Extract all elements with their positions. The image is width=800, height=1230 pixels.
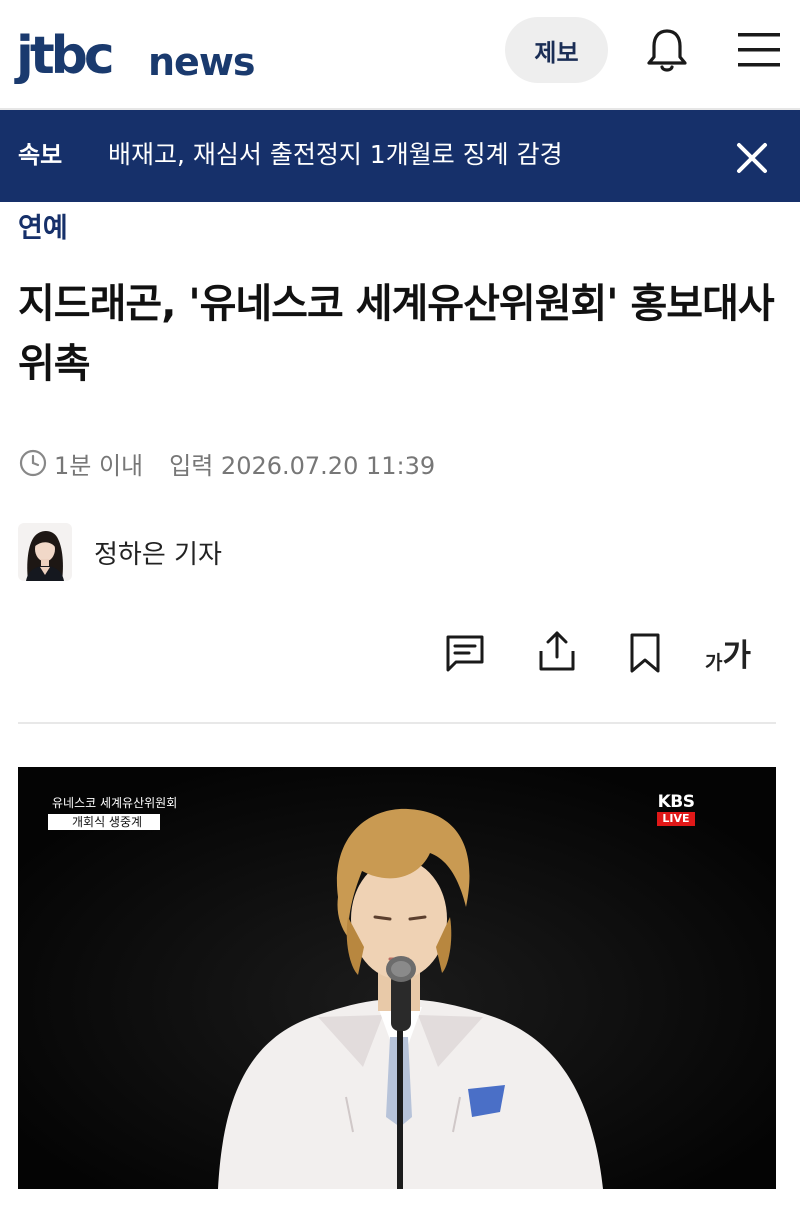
- live-badge: LIVE: [657, 812, 695, 826]
- caption-subtitle: 개회식 생중계: [48, 814, 161, 830]
- article-meta: 1분 이내 입력 2026.07.20 11:39: [18, 445, 435, 481]
- breaking-news-bar[interactable]: 속보 배재고, 재심서 출전정지 1개월로 징계 감경: [0, 110, 800, 202]
- author-name[interactable]: 정하은 기자: [94, 534, 222, 571]
- clock-icon: [18, 448, 48, 478]
- logo-suffix: news: [148, 40, 256, 84]
- published-date: 입력 2026.07.20 11:39: [169, 451, 436, 480]
- share-icon[interactable]: [534, 628, 580, 674]
- comment-icon[interactable]: [442, 630, 488, 676]
- font-large-label: 가: [722, 638, 752, 674]
- author-byline[interactable]: 정하은 기자: [18, 522, 222, 582]
- broadcast-caption: 유네스코 세계유산위원회 개회식 생중계: [48, 795, 181, 830]
- logo-brand: jtbc: [16, 26, 115, 86]
- breaking-headline[interactable]: 배재고, 재심서 출전정지 1개월로 징계 감경: [108, 139, 563, 171]
- close-icon[interactable]: [730, 136, 774, 180]
- caption-title: 유네스코 세계유산위원회: [52, 796, 178, 810]
- article-category[interactable]: 연예: [18, 210, 68, 248]
- performer-photo: [18, 767, 776, 1189]
- bell-icon[interactable]: [644, 26, 690, 74]
- broadcaster-name: KBS: [657, 792, 695, 812]
- site-logo[interactable]: jtbc news: [16, 28, 276, 88]
- tip-button[interactable]: 제보: [505, 17, 608, 83]
- breaking-tag: 속보: [18, 141, 63, 169]
- hamburger-menu-icon[interactable]: [736, 30, 782, 70]
- read-time: 1분 이내: [54, 451, 144, 480]
- divider: [18, 722, 776, 724]
- font-small-label: 가: [705, 652, 723, 674]
- bookmark-icon[interactable]: [622, 630, 668, 676]
- article-photo[interactable]: 유네스코 세계유산위원회 개회식 생중계 KBS LIVE: [18, 767, 776, 1189]
- font-size-toggle[interactable]: 가 가: [705, 626, 765, 676]
- avatar: [18, 523, 72, 581]
- broadcaster-logo: KBS LIVE: [654, 793, 698, 826]
- article-headline: 지드래곤, '유네스코 세계유산위원회' 홍보대사 위촉: [18, 281, 775, 387]
- site-header: jtbc news 제보: [0, 0, 800, 110]
